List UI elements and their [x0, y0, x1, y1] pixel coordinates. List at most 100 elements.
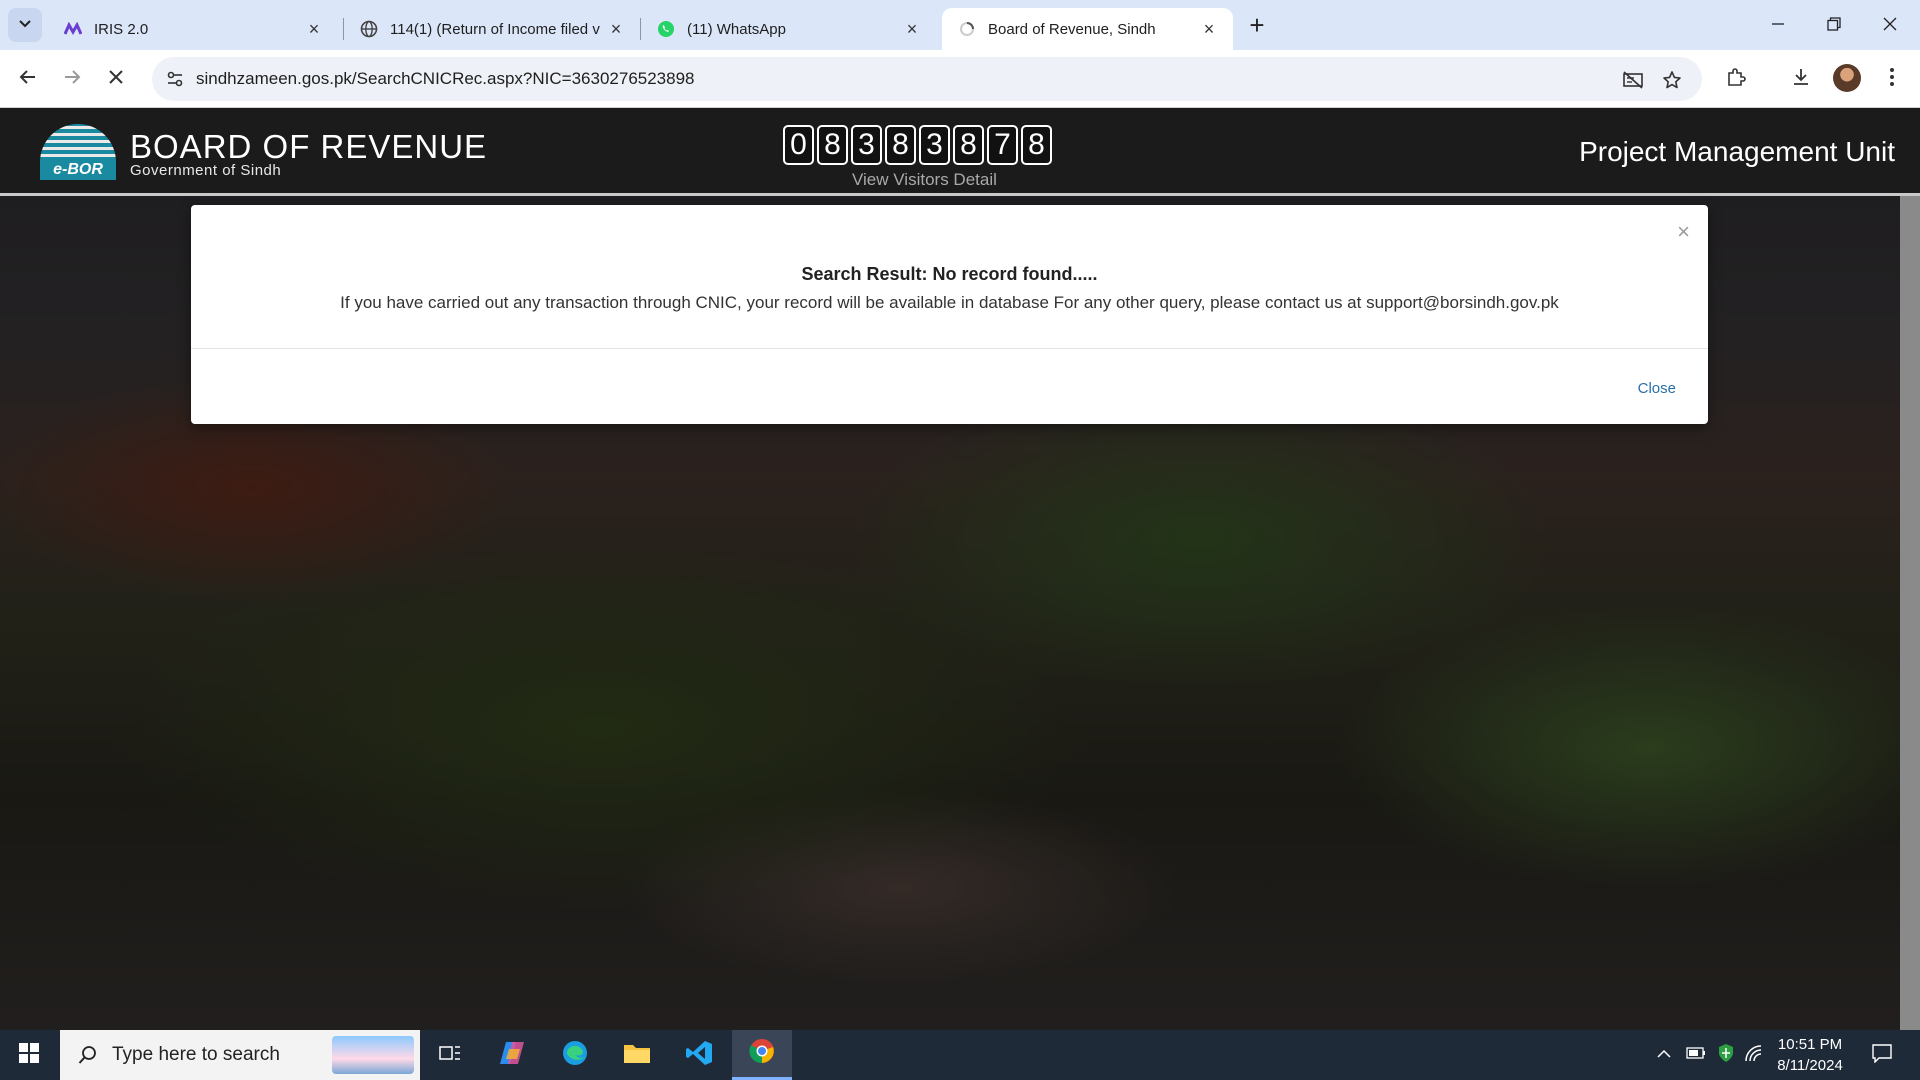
- extensions-button[interactable]: [1720, 63, 1752, 95]
- close-icon: [107, 68, 125, 91]
- web-page: e-BOR BOARD OF REVENUE Government of Sin…: [0, 108, 1920, 1030]
- arrow-right-icon: [62, 67, 82, 92]
- site-info-icon[interactable]: [162, 66, 188, 92]
- close-icon[interactable]: ×: [902, 19, 922, 39]
- loading-icon: [958, 20, 976, 38]
- counter-digit: 8: [885, 125, 916, 165]
- counter-digit: 8: [817, 125, 848, 165]
- minimize-icon: [1771, 15, 1785, 36]
- counter-digit: 0: [783, 125, 814, 165]
- site-subtitle: Government of Sindh: [130, 162, 282, 179]
- puzzle-icon: [1725, 66, 1747, 93]
- close-window-button[interactable]: [1862, 0, 1918, 50]
- star-icon[interactable]: [1659, 67, 1685, 93]
- url-text: sindhzameen.gos.pk/SearchCNICRec.aspx?NI…: [196, 69, 695, 88]
- chrome-icon: [748, 1037, 776, 1070]
- tab-whatsapp[interactable]: (11) WhatsApp ×: [641, 8, 936, 50]
- folder-icon: [623, 1041, 651, 1070]
- task-view-icon: [439, 1043, 461, 1068]
- back-button[interactable]: [12, 63, 44, 95]
- camera-off-icon[interactable]: [1620, 67, 1646, 93]
- browser-menu-button[interactable]: [1876, 63, 1908, 95]
- vscode-icon: [685, 1039, 713, 1072]
- clock-time: 10:51 PM: [1777, 1036, 1843, 1053]
- minimize-button[interactable]: [1750, 0, 1806, 50]
- forward-button[interactable]: [56, 63, 88, 95]
- tab-title: Board of Revenue, Sindh: [988, 20, 1156, 38]
- tab-title: IRIS 2.0: [94, 20, 149, 38]
- tab-title: 114(1) (Return of Income filed v: [390, 20, 600, 38]
- counter-digit: 7: [987, 125, 1018, 165]
- taskbar-search-box[interactable]: Type here to search: [60, 1030, 420, 1080]
- new-tab-button[interactable]: +: [1242, 10, 1272, 40]
- download-icon: [1790, 66, 1812, 93]
- close-icon[interactable]: ×: [1199, 19, 1219, 39]
- page-scrollbar[interactable]: [1900, 108, 1920, 1030]
- modal-divider: [191, 348, 1708, 349]
- close-icon[interactable]: ×: [304, 19, 324, 39]
- chevron-down-icon: [18, 16, 32, 35]
- modal-close-button[interactable]: Close: [1638, 380, 1676, 397]
- start-button[interactable]: [0, 1030, 58, 1080]
- taskbar-copilot[interactable]: [483, 1030, 543, 1080]
- tab-search-button[interactable]: [8, 8, 42, 42]
- search-result-modal: × Search Result: No record found..... If…: [191, 205, 1708, 424]
- battery-status[interactable]: [1682, 1030, 1710, 1080]
- browser-tab-strip: IRIS 2.0 × 114(1) (Return of Income file…: [0, 0, 1920, 50]
- address-bar[interactable]: sindhzameen.gos.pk/SearchCNICRec.aspx?NI…: [152, 57, 1702, 101]
- edge-icon: [561, 1039, 589, 1072]
- restore-button[interactable]: [1806, 0, 1862, 50]
- visitor-counter: 0 8 3 8 3 8 7 8: [783, 125, 1052, 165]
- copilot-icon: [498, 1039, 528, 1072]
- downloads-button[interactable]: [1785, 63, 1817, 95]
- modal-message: If you have carried out any transaction …: [340, 293, 1559, 312]
- site-title: BOARD OF REVENUE: [130, 128, 488, 165]
- battery-icon: [1686, 1046, 1706, 1064]
- security-status[interactable]: [1712, 1030, 1740, 1080]
- tab-iris[interactable]: IRIS 2.0 ×: [48, 8, 338, 50]
- stop-loading-button[interactable]: [100, 63, 132, 95]
- view-visitors-link[interactable]: View Visitors Detail: [852, 170, 997, 190]
- chevron-up-icon: [1657, 1046, 1671, 1064]
- plus-icon: +: [1249, 9, 1265, 40]
- globe-icon: [360, 20, 378, 38]
- close-icon[interactable]: ×: [606, 19, 626, 39]
- shield-icon: [1717, 1043, 1735, 1068]
- taskbar-file-explorer[interactable]: [607, 1030, 667, 1080]
- taskbar-search-placeholder: Type here to search: [112, 1044, 280, 1065]
- counter-digit: 3: [919, 125, 950, 165]
- tab-title: (11) WhatsApp: [687, 20, 786, 38]
- search-icon: [68, 1045, 108, 1065]
- modal-close-x-button[interactable]: ×: [1677, 219, 1690, 245]
- unit-name: Project Management Unit: [1579, 136, 1895, 167]
- clock-date: 8/11/2024: [1777, 1057, 1843, 1074]
- counter-digit: 8: [1021, 125, 1052, 165]
- taskbar-vscode[interactable]: [669, 1030, 729, 1080]
- profile-avatar[interactable]: [1833, 64, 1861, 92]
- windows-logo-icon: [18, 1042, 40, 1069]
- counter-digit: 8: [953, 125, 984, 165]
- search-highlight-image: [332, 1036, 414, 1074]
- arrow-left-icon: [18, 67, 38, 92]
- counter-digit: 3: [851, 125, 882, 165]
- show-hidden-icons-button[interactable]: [1652, 1030, 1676, 1080]
- browser-toolbar: sindhzameen.gos.pk/SearchCNICRec.aspx?NI…: [0, 50, 1920, 108]
- wifi-icon: [1744, 1044, 1764, 1067]
- tab-income-return[interactable]: 114(1) (Return of Income filed v ×: [344, 8, 640, 50]
- iris-icon: [64, 20, 82, 38]
- tab-board-of-revenue[interactable]: Board of Revenue, Sindh ×: [942, 8, 1233, 50]
- site-header: e-BOR BOARD OF REVENUE Government of Sin…: [0, 108, 1920, 196]
- taskbar-chrome[interactable]: [732, 1030, 792, 1080]
- close-icon: [1883, 15, 1897, 36]
- notification-icon: [1871, 1043, 1893, 1068]
- windows-taskbar: Type here to search 10:51 PM 8/11/2024: [0, 1030, 1920, 1080]
- notification-center-button[interactable]: [1862, 1030, 1902, 1080]
- task-view-button[interactable]: [420, 1030, 480, 1080]
- taskbar-clock[interactable]: 10:51 PM 8/11/2024: [1762, 1034, 1858, 1076]
- taskbar-edge[interactable]: [545, 1030, 605, 1080]
- restore-icon: [1827, 15, 1841, 36]
- whatsapp-icon: [657, 20, 675, 38]
- kebab-menu-icon: [1889, 67, 1895, 92]
- ebor-badge: e-BOR: [40, 160, 116, 180]
- modal-heading: Search Result: No record found.....: [801, 264, 1098, 284]
